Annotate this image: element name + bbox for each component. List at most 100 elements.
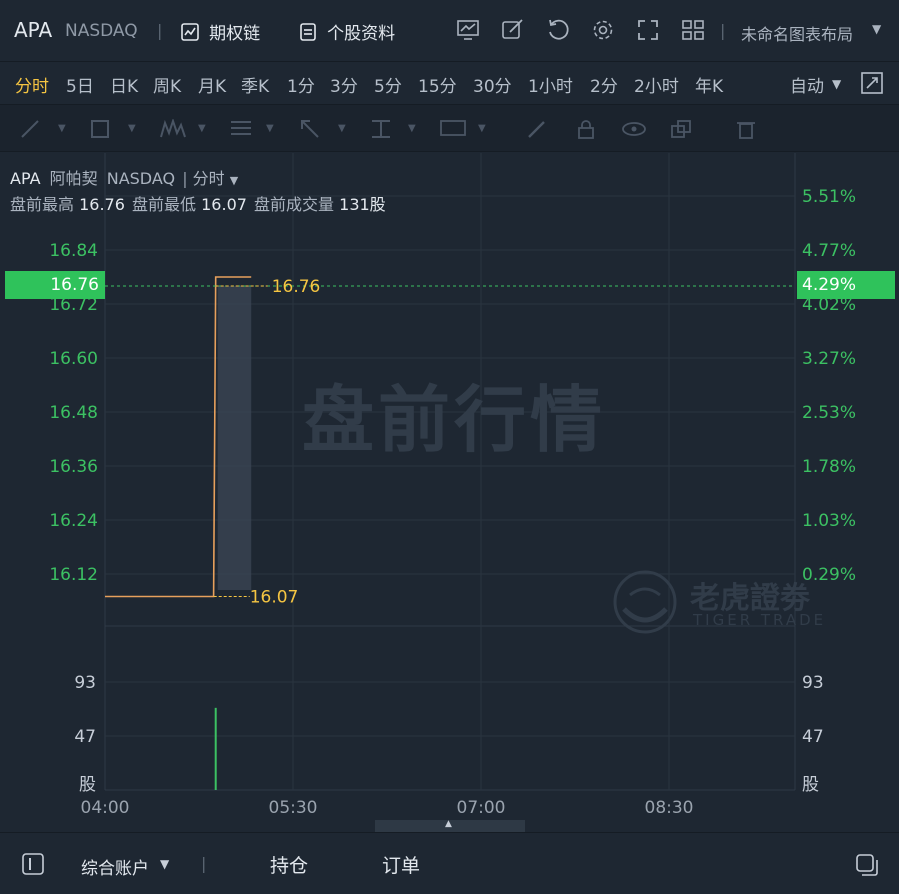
x-tick-label: 05:30 bbox=[269, 798, 318, 818]
indicator-icon[interactable] bbox=[456, 19, 480, 41]
y-right-tick-label: 2.53% bbox=[802, 403, 856, 423]
price-area-fill bbox=[217, 286, 252, 590]
price-chart[interactable]: 04:00 05:30 07:00 08:3016.8416.7216.6016.48… bbox=[0, 153, 899, 820]
y-right-tick-label: 1.03% bbox=[802, 511, 856, 531]
vol-tick-right: 47 bbox=[802, 727, 824, 747]
window-icon[interactable] bbox=[856, 854, 878, 876]
volume-bar bbox=[214, 707, 217, 790]
period-6[interactable]: 1分 bbox=[287, 72, 315, 97]
period-12[interactable]: 2分 bbox=[590, 72, 618, 97]
y-right-tick-label: 1.78% bbox=[802, 457, 856, 477]
options-chain-button[interactable]: 期权链 bbox=[180, 19, 260, 44]
caret-down-icon[interactable]: ▼ bbox=[338, 123, 346, 134]
y-tick-label: 16.60 bbox=[49, 349, 98, 369]
fullscreen-icon[interactable] bbox=[636, 18, 660, 42]
rectangle-tool-icon[interactable] bbox=[90, 119, 110, 139]
period-1[interactable]: 5日 bbox=[66, 72, 94, 97]
trash-icon[interactable] bbox=[736, 119, 756, 139]
grid-layout-icon[interactable] bbox=[681, 19, 705, 41]
premarket-low-value: 16.07 bbox=[201, 195, 247, 214]
caret-down-icon[interactable]: ▼ bbox=[160, 857, 169, 871]
fibonacci-tool-icon[interactable] bbox=[230, 119, 252, 139]
period-7[interactable]: 3分 bbox=[330, 72, 358, 97]
current-price-tag: 16.76 bbox=[5, 271, 105, 299]
y-right-tick-label: 3.27% bbox=[802, 349, 856, 369]
x-tick-label: 08:30 bbox=[645, 798, 694, 818]
caret-up-icon[interactable]: ▲ bbox=[445, 819, 452, 829]
low-marker-label: 16.07 bbox=[250, 588, 299, 608]
gear-icon[interactable] bbox=[591, 18, 615, 42]
exchange-label: NASDAQ bbox=[65, 21, 138, 41]
vol-tick-left: 47 bbox=[74, 727, 96, 747]
caret-down-icon[interactable]: ▼ bbox=[408, 123, 416, 134]
tab-positions[interactable]: 持仓 bbox=[270, 851, 308, 878]
period-8[interactable]: 5分 bbox=[374, 72, 402, 97]
caret-down-icon[interactable]: ▼ bbox=[478, 123, 486, 134]
top-toolbar: APA NASDAQ | 期权链 个股资料 | 未命名图表布局 ▼ bbox=[0, 0, 899, 62]
panel-collapse-handle[interactable]: ▲ bbox=[375, 819, 525, 832]
refresh-icon[interactable] bbox=[546, 18, 570, 42]
period-bar: 分时 5日 日K 周K 月K 季K 1分 3分 5分 15分 30分 1小时 2分 2小时 年K 自动 ▼ bbox=[0, 62, 899, 105]
trendline-tool-icon[interactable] bbox=[20, 119, 40, 139]
caret-down-icon[interactable]: ▼ bbox=[230, 174, 238, 187]
caret-down-icon[interactable]: ▼ bbox=[198, 123, 206, 134]
caret-down-icon[interactable]: ▼ bbox=[128, 123, 136, 134]
period-10[interactable]: 30分 bbox=[473, 72, 512, 97]
y-tick-label: 16.84 bbox=[49, 241, 98, 261]
measure-tool-icon[interactable] bbox=[370, 119, 392, 139]
layers-icon[interactable] bbox=[670, 119, 692, 139]
bottom-panel-bar: 综合账户 ▼ | 持仓 订单 bbox=[0, 832, 899, 894]
separator: | bbox=[201, 854, 207, 873]
caret-down-icon[interactable]: ▼ bbox=[832, 77, 841, 91]
x-tick-label: 07:00 bbox=[457, 798, 506, 818]
arrow-tool-icon[interactable] bbox=[300, 119, 320, 139]
sidebar-toggle-icon[interactable] bbox=[22, 853, 44, 875]
lock-icon[interactable] bbox=[576, 119, 596, 139]
premarket-high-label: 盘前最高 bbox=[10, 195, 75, 214]
chart-area[interactable]: 04:00 05:30 07:00 08:30 16.84 16.72 16.60 16.48… bbox=[0, 153, 899, 820]
options-chain-label: 期权链 bbox=[209, 24, 261, 44]
vol-tick-left: 93 bbox=[74, 673, 96, 693]
vol-tick-left: 股 bbox=[79, 775, 96, 795]
chart-title-line: APA 阿帕契 NASDAQ | 分时 ▼ bbox=[10, 165, 238, 189]
period-11[interactable]: 1小时 bbox=[528, 72, 573, 97]
premarket-low-label: 盘前最低 bbox=[132, 195, 197, 214]
period-2[interactable]: 日K bbox=[110, 72, 138, 97]
pen-icon[interactable] bbox=[526, 119, 548, 139]
caret-down-icon[interactable]: ▼ bbox=[872, 22, 881, 36]
y-tick-label: 16.12 bbox=[49, 565, 98, 585]
edit-icon[interactable] bbox=[501, 19, 525, 41]
caret-down-icon[interactable]: ▼ bbox=[58, 123, 66, 134]
account-dropdown[interactable]: 综合账户 bbox=[81, 854, 149, 879]
separator: | bbox=[157, 21, 163, 40]
document-icon bbox=[300, 23, 316, 41]
layout-name-dropdown[interactable]: 未命名图表布局 bbox=[741, 21, 853, 45]
vol-tick-right: 93 bbox=[802, 673, 824, 693]
y-tick-label: 16.36 bbox=[49, 457, 98, 477]
eye-icon[interactable] bbox=[622, 121, 646, 137]
period-0[interactable]: 分时 bbox=[15, 72, 49, 97]
text-tool-icon[interactable] bbox=[440, 119, 466, 139]
tiger-logo-icon bbox=[613, 570, 677, 634]
premarket-volume-label: 盘前成交量 bbox=[254, 195, 335, 214]
period-4[interactable]: 月K bbox=[198, 72, 226, 97]
period-13[interactable]: 2小时 bbox=[634, 72, 679, 97]
auto-mode-dropdown[interactable]: 自动 bbox=[790, 72, 824, 97]
expand-icon[interactable] bbox=[861, 72, 883, 94]
period-9[interactable]: 15分 bbox=[418, 72, 457, 97]
caret-down-icon[interactable]: ▼ bbox=[266, 123, 274, 134]
chart-symbol: APA bbox=[10, 169, 41, 188]
y-right-tick-label: 0.29% bbox=[802, 565, 856, 585]
profile-label: 个股资料 bbox=[327, 24, 396, 44]
symbol-label[interactable]: APA bbox=[14, 18, 52, 42]
period-14[interactable]: 年K bbox=[695, 72, 723, 97]
period-3[interactable]: 周K bbox=[153, 72, 181, 97]
profile-button[interactable]: 个股资料 bbox=[298, 19, 395, 44]
chart-name: 阿帕契 bbox=[49, 169, 98, 188]
chart-period-dropdown[interactable]: 分时 bbox=[193, 169, 225, 188]
premarket-watermark: 盘前行情 bbox=[302, 378, 607, 462]
period-5[interactable]: 季K bbox=[241, 72, 269, 97]
wave-tool-icon[interactable] bbox=[160, 119, 186, 139]
current-pct-tag: 4.29% bbox=[797, 271, 895, 299]
tab-orders[interactable]: 订单 bbox=[382, 851, 420, 878]
